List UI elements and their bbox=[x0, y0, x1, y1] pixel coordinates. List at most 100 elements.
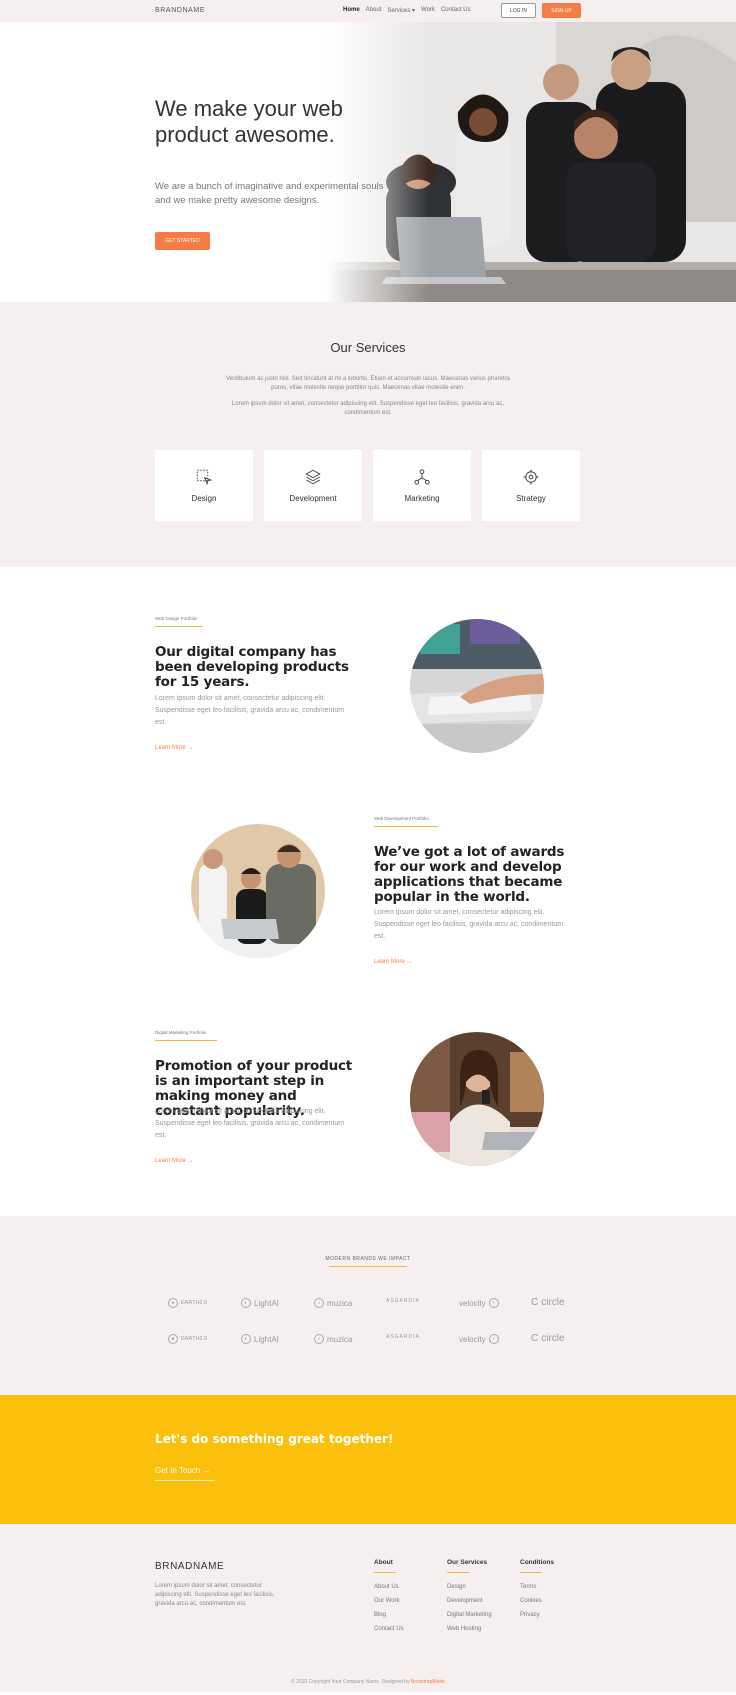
brand-logo-text: EARTH2.0 bbox=[181, 1300, 208, 1306]
brand-logo-text: muzica bbox=[327, 1334, 353, 1344]
portfolio-title: Our digital company has been developing … bbox=[155, 644, 349, 690]
learn-more-link[interactable]: Learn More → bbox=[155, 745, 193, 751]
designer-link[interactable]: BootstrapMade bbox=[411, 1679, 445, 1685]
brand-logo-asgardia: ASGARDIA bbox=[386, 1334, 420, 1340]
layers-icon bbox=[305, 469, 321, 485]
footer-column-services: Our Services Design Development Digital … bbox=[447, 1559, 492, 1640]
signup-button[interactable]: SIGN UP bbox=[542, 3, 581, 18]
footer-column-conditions: Conditions Terms Cookies Privacy bbox=[520, 1559, 554, 1626]
circle-logo-icon: C bbox=[531, 1297, 539, 1308]
portfolio-tag: Web Development Portfolio bbox=[374, 816, 429, 821]
brand-logo-circle: Ccircle bbox=[531, 1297, 565, 1308]
brands-heading-underline bbox=[329, 1266, 407, 1267]
footer-column-about: About About Us Our Work Blog Contact Us bbox=[374, 1559, 404, 1640]
main-menu: Home About Services ▾ Work Contact Us bbox=[343, 7, 471, 14]
footer-link-blog[interactable]: Blog bbox=[374, 1612, 404, 1618]
top-navbar: BRANDNAME Home About Services ▾ Work Con… bbox=[0, 0, 736, 22]
footer-link-privacy[interactable]: Privacy bbox=[520, 1612, 554, 1618]
footer-column-underline bbox=[374, 1572, 396, 1573]
brand-logo-earth: ● EARTH2.0 bbox=[168, 1298, 207, 1308]
velocity-icon: › bbox=[488, 1334, 499, 1344]
service-card-label: Marketing bbox=[404, 494, 440, 503]
footer-link-our-work[interactable]: Our Work bbox=[374, 1598, 404, 1604]
nav-item-work[interactable]: Work bbox=[421, 7, 435, 14]
portfolio-tag: Digital Marketing Portfolio bbox=[155, 1030, 207, 1035]
service-card-marketing[interactable]: Marketing bbox=[373, 450, 471, 521]
footer-column-underline bbox=[520, 1572, 542, 1573]
footer-brand[interactable]: BRNADNAME bbox=[155, 1561, 224, 1572]
typing-keyboard-photo bbox=[410, 619, 544, 753]
brand-logo-text: muzica bbox=[327, 1298, 353, 1308]
muzica-icon: ♪ bbox=[314, 1334, 324, 1344]
service-card-development[interactable]: Development bbox=[264, 450, 362, 521]
login-button[interactable]: LOG IN bbox=[501, 3, 536, 18]
brand-logo-muzica: ♪ muzica bbox=[314, 1298, 352, 1308]
hero-subtitle: We are a bunch of imaginative and experi… bbox=[155, 181, 384, 206]
service-card-design[interactable]: Design bbox=[155, 450, 253, 521]
lightai-icon: ◐ bbox=[241, 1298, 251, 1308]
copyright: © 2020 Copyright Your Company Name. Desi… bbox=[0, 1679, 736, 1685]
tag-underline bbox=[374, 826, 438, 827]
brand-logo-text: circle bbox=[541, 1333, 565, 1344]
service-card-label: Design bbox=[191, 494, 217, 503]
cta-link-underline bbox=[155, 1480, 215, 1481]
team-laptop-photo bbox=[191, 824, 325, 958]
network-icon bbox=[414, 469, 430, 485]
target-icon bbox=[523, 469, 539, 485]
brand-logo-text: velocity bbox=[459, 1298, 486, 1308]
brand-logo-muzica: ♪ muzica bbox=[314, 1334, 352, 1344]
footer: BRNADNAME Lorem ipsum dolor sit amet, co… bbox=[0, 1524, 736, 1692]
footer-link-development[interactable]: Development bbox=[447, 1598, 492, 1604]
portfolio-title: We’ve got a lot of awards for our work a… bbox=[374, 844, 565, 905]
services-cards: Design Development Marketing Strategy bbox=[155, 450, 580, 521]
portfolio-section: Web Design Portfolio Our digital company… bbox=[0, 567, 736, 1216]
services-text-1: Vestibulum ac justo nisl. Sed tincidunt … bbox=[226, 376, 510, 391]
footer-description: Lorem ipsum dolor sit amet, consectetur … bbox=[155, 1583, 275, 1607]
services-section: Our Services Vestibulum ac justo nisl. S… bbox=[0, 302, 736, 567]
services-text-2: Lorem ipsum dolor sit amet, consectetur … bbox=[231, 401, 505, 416]
portfolio-tag: Web Design Portfolio bbox=[155, 616, 198, 621]
nav-item-about[interactable]: About bbox=[366, 7, 382, 14]
brand-logo-asgardia: ASGARDIA bbox=[386, 1298, 420, 1304]
footer-column-title: Our Services bbox=[447, 1559, 488, 1566]
learn-more-link[interactable]: Learn More → bbox=[155, 1158, 193, 1164]
nav-item-services[interactable]: Services ▾ bbox=[387, 7, 415, 14]
footer-link-contact-us[interactable]: Contact Us bbox=[374, 1626, 404, 1632]
get-in-touch-link[interactable]: Get In Touch → bbox=[155, 1466, 210, 1475]
get-started-button[interactable]: GET STARTED bbox=[155, 232, 210, 250]
footer-link-design[interactable]: Design bbox=[447, 1584, 492, 1590]
velocity-icon: › bbox=[488, 1298, 499, 1308]
select-cursor-icon bbox=[196, 469, 213, 486]
brand-logo-lightai: ◐ LightAI bbox=[241, 1298, 279, 1308]
footer-column-title: Conditions bbox=[520, 1559, 554, 1566]
service-card-strategy[interactable]: Strategy bbox=[482, 450, 580, 521]
brand-logo-text: circle bbox=[541, 1297, 565, 1308]
cta-section: Let's do something great together! Get I… bbox=[0, 1395, 736, 1524]
brand-logo-text: ASGARDIA bbox=[386, 1298, 420, 1304]
footer-link-cookies[interactable]: Cookies bbox=[520, 1598, 554, 1604]
chevron-down-icon: ▾ bbox=[412, 8, 416, 14]
portfolio-body: Lorem ipsum dolor sit amet, consectetur … bbox=[374, 909, 564, 940]
brand-logo-circle: Ccircle bbox=[531, 1333, 565, 1344]
footer-link-web-hosting[interactable]: Web Hosting bbox=[447, 1626, 492, 1632]
nav-item-contact[interactable]: Contact Us bbox=[441, 7, 471, 14]
tag-underline bbox=[155, 1040, 217, 1041]
brand-logo-text: velocity bbox=[459, 1334, 486, 1344]
footer-link-digital-marketing[interactable]: Digital Marketing bbox=[447, 1612, 492, 1618]
brand-logo-text: LightAI bbox=[254, 1298, 279, 1308]
brand-logo-text: EARTH2.0 bbox=[181, 1336, 208, 1342]
services-title: Our Services bbox=[330, 340, 406, 355]
hero-title: We make your web product awesome. bbox=[155, 96, 343, 147]
cta-title: Let's do something great together! bbox=[155, 1432, 394, 1446]
tag-underline bbox=[155, 626, 203, 627]
brand-logo[interactable]: BRANDNAME bbox=[155, 7, 205, 14]
nav-item-home[interactable]: Home bbox=[343, 7, 360, 14]
brand-logo-velocity: velocity › bbox=[459, 1298, 499, 1308]
brand-logo-text: ASGARDIA bbox=[386, 1334, 420, 1340]
lightai-icon: ◐ bbox=[241, 1334, 251, 1344]
footer-link-terms[interactable]: Terms bbox=[520, 1584, 554, 1590]
footer-link-about-us[interactable]: About Us bbox=[374, 1584, 404, 1590]
muzica-icon: ♪ bbox=[314, 1298, 324, 1308]
woman-phone-photo bbox=[410, 1032, 544, 1166]
learn-more-link[interactable]: Learn More → bbox=[374, 959, 412, 965]
